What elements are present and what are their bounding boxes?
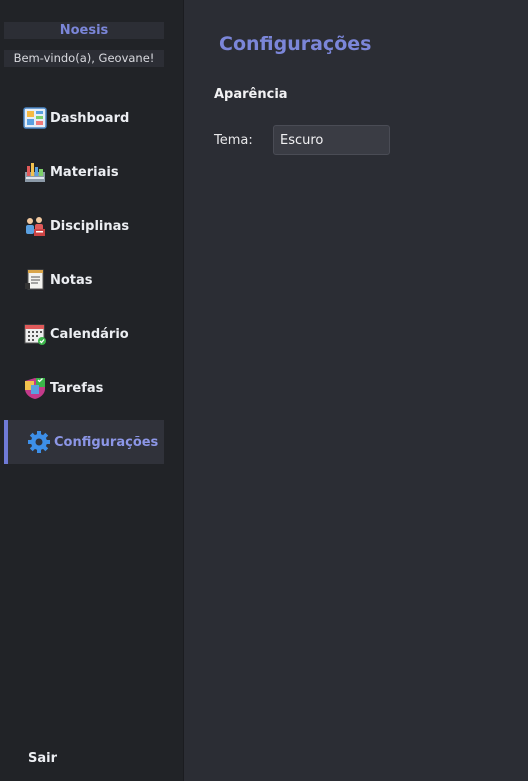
sidebar-item-label: Disciplinas — [50, 218, 130, 234]
sidebar-item-disciplines[interactable]: Disciplinas — [4, 204, 164, 248]
sidebar-item-tasks[interactable]: Tarefas — [4, 366, 164, 410]
notes-icon — [22, 267, 48, 293]
disciplines-icon — [22, 213, 48, 239]
main-content: Configurações Aparência Tema: Escuro — [184, 0, 528, 781]
materials-icon — [22, 159, 48, 185]
theme-label: Tema: — [214, 133, 253, 148]
gear-icon — [26, 429, 52, 455]
sidebar-item-label: Calendário — [50, 326, 129, 342]
theme-select[interactable]: Escuro — [273, 125, 390, 155]
sidebar-item-label: Notas — [50, 272, 93, 288]
page-title: Configurações — [219, 33, 372, 55]
dashboard-icon — [22, 105, 48, 131]
sidebar-item-dashboard[interactable]: Dashboard — [4, 96, 164, 140]
sidebar-item-calendar[interactable]: Calendário — [4, 312, 164, 356]
sidebar-item-label: Tarefas — [50, 380, 104, 396]
sidebar: Noesis Bem-vindo(a), Geovane! Dashboard — [0, 0, 184, 781]
sidebar-item-label: Configurações — [54, 434, 159, 450]
calendar-icon — [22, 321, 48, 347]
sidebar-item-label: Materiais — [50, 164, 119, 180]
welcome-message: Bem-vindo(a), Geovane! — [4, 50, 164, 67]
sidebar-item-label: Dashboard — [50, 110, 130, 126]
brand-title: Noesis — [4, 22, 164, 39]
logout-button[interactable]: Sair — [28, 751, 57, 766]
sidebar-item-settings[interactable]: Configurações — [4, 420, 164, 464]
section-title-appearance: Aparência — [214, 87, 288, 102]
sidebar-item-notes[interactable]: Notas — [4, 258, 164, 302]
sidebar-item-materials[interactable]: Materiais — [4, 150, 164, 194]
tasks-icon — [22, 375, 48, 401]
